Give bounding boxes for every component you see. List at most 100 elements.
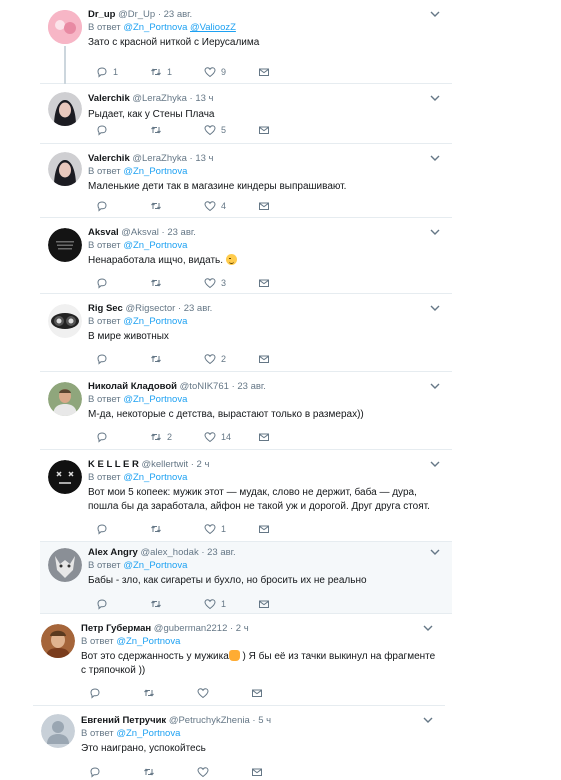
- retweet-button[interactable]: [150, 523, 167, 535]
- retweet-button[interactable]: [150, 598, 167, 610]
- avatar[interactable]: [48, 382, 82, 416]
- dm-button[interactable]: [258, 124, 270, 136]
- user-handle[interactable]: @PetruchykZhenia: [169, 715, 250, 726]
- avatar[interactable]: [48, 304, 82, 338]
- avatar[interactable]: [48, 460, 82, 494]
- avatar[interactable]: [48, 548, 82, 582]
- retweet-button[interactable]: 1: [150, 66, 172, 78]
- display-name[interactable]: Aksval: [88, 227, 119, 238]
- dm-button[interactable]: [258, 431, 270, 443]
- timestamp[interactable]: · 5 ч: [252, 715, 271, 726]
- chevron-down-icon[interactable]: [430, 382, 440, 390]
- like-button[interactable]: 1: [204, 598, 226, 610]
- display-name[interactable]: Николай Кладовой: [88, 381, 177, 392]
- reply-mention[interactable]: @Zn_Portnova: [116, 728, 180, 739]
- user-handle[interactable]: @alex_hodak: [140, 547, 198, 558]
- timestamp[interactable]: · 23 авг.: [232, 381, 266, 392]
- reply-button[interactable]: [96, 598, 113, 610]
- avatar[interactable]: [48, 152, 82, 186]
- retweet-button[interactable]: [150, 277, 167, 289]
- reply-button[interactable]: [89, 687, 106, 699]
- reply-mention[interactable]: @Zn_Portnova: [123, 472, 187, 483]
- chevron-down-icon[interactable]: [430, 228, 440, 236]
- avatar[interactable]: [48, 228, 82, 262]
- chevron-down-icon[interactable]: [430, 460, 440, 468]
- dm-button[interactable]: [258, 66, 270, 78]
- display-name[interactable]: Alex Angry: [88, 547, 138, 558]
- tweet[interactable]: Rig Sec @Rigsector · 23 авг. В ответ @Zn…: [40, 294, 452, 372]
- display-name[interactable]: Valerchik: [88, 153, 130, 164]
- chevron-down-icon[interactable]: [423, 624, 433, 632]
- display-name[interactable]: Петр Губерман: [81, 623, 151, 634]
- timestamp[interactable]: · 23 авг.: [201, 547, 235, 558]
- reply-button[interactable]: [96, 523, 113, 535]
- dm-button[interactable]: [251, 766, 263, 778]
- user-handle[interactable]: @LeraZhyka: [132, 93, 187, 104]
- tweet[interactable]: Евгений Петручик @PetruchykZhenia · 5 ч …: [33, 706, 445, 780]
- retweet-button[interactable]: [143, 766, 160, 778]
- tweet[interactable]: Valerchik @LeraZhyka · 13 ч В ответ @Zn_…: [40, 144, 452, 218]
- dm-button[interactable]: [258, 353, 270, 365]
- timestamp[interactable]: · 13 ч: [190, 153, 214, 164]
- user-handle[interactable]: @kellertwit: [142, 459, 189, 470]
- timestamp[interactable]: · 23 авг.: [158, 9, 192, 20]
- avatar[interactable]: [41, 714, 75, 748]
- avatar[interactable]: [48, 10, 82, 44]
- retweet-button[interactable]: [150, 124, 167, 136]
- user-handle[interactable]: @LeraZhyka: [132, 153, 187, 164]
- reply-mention[interactable]: @Zn_Portnova: [123, 560, 187, 571]
- user-handle[interactable]: @Aksval: [121, 227, 159, 238]
- like-button[interactable]: [197, 687, 214, 699]
- reply-mention[interactable]: @Zn_Portnova: [116, 636, 180, 647]
- retweet-button[interactable]: 2: [150, 431, 172, 443]
- chevron-down-icon[interactable]: [430, 304, 440, 312]
- avatar[interactable]: [48, 92, 82, 126]
- display-name[interactable]: Dr_up: [88, 9, 115, 20]
- reply-button[interactable]: [96, 431, 113, 443]
- chevron-down-icon[interactable]: [430, 10, 440, 18]
- like-button[interactable]: 4: [204, 200, 226, 212]
- reply-button[interactable]: [89, 766, 106, 778]
- reply-mention[interactable]: @Zn_Portnova: [123, 316, 187, 327]
- timestamp[interactable]: · 23 авг.: [162, 227, 196, 238]
- avatar[interactable]: [41, 624, 75, 658]
- chevron-down-icon[interactable]: [430, 154, 440, 162]
- tweet[interactable]: K E L L E R @kellertwit · 2 ч В ответ @Z…: [40, 450, 452, 542]
- like-button[interactable]: 14: [204, 431, 231, 443]
- chevron-down-icon[interactable]: [423, 716, 433, 724]
- reply-mention-2[interactable]: @ValioozZ: [190, 22, 236, 33]
- chevron-down-icon[interactable]: [430, 548, 440, 556]
- dm-button[interactable]: [258, 200, 270, 212]
- dm-button[interactable]: [258, 523, 270, 535]
- display-name[interactable]: Rig Sec: [88, 303, 123, 314]
- tweet[interactable]: Николай Кладовой @toNIK761 · 23 авг. В о…: [40, 372, 452, 450]
- reply-mention[interactable]: @Zn_Portnova: [123, 394, 187, 405]
- display-name[interactable]: K E L L E R: [88, 459, 139, 470]
- dm-button[interactable]: [251, 687, 263, 699]
- tweet[interactable]: Aksval @Aksval · 23 авг. В ответ @Zn_Por…: [40, 218, 452, 294]
- like-button[interactable]: 9: [204, 66, 226, 78]
- like-button[interactable]: 2: [204, 353, 226, 365]
- timestamp[interactable]: · 2 ч: [191, 459, 210, 470]
- dm-button[interactable]: [258, 277, 270, 289]
- reply-button[interactable]: [96, 200, 113, 212]
- user-handle[interactable]: @guberman2212: [154, 623, 228, 634]
- reply-mention[interactable]: @Zn_Portnova: [123, 240, 187, 251]
- user-handle[interactable]: @toNIK761: [180, 381, 229, 392]
- tweet[interactable]: Valerchik @LeraZhyka · 13 ч Рыдает, как …: [40, 84, 452, 144]
- tweet[interactable]: Dr_up @Dr_Up · 23 авг. В ответ @Zn_Portn…: [40, 0, 452, 86]
- retweet-button[interactable]: [150, 353, 167, 365]
- timestamp[interactable]: · 2 ч: [230, 623, 249, 634]
- reply-button[interactable]: [96, 353, 113, 365]
- like-button[interactable]: 5: [204, 124, 226, 136]
- chevron-down-icon[interactable]: [430, 94, 440, 102]
- like-button[interactable]: 3: [204, 277, 226, 289]
- tweet[interactable]: Alex Angry @alex_hodak · 23 авг. В ответ…: [40, 542, 452, 614]
- like-button[interactable]: 1: [204, 523, 226, 535]
- retweet-button[interactable]: [143, 687, 160, 699]
- like-button[interactable]: [197, 766, 214, 778]
- display-name[interactable]: Valerchik: [88, 93, 130, 104]
- tweet[interactable]: Петр Губерман @guberman2212 · 2 ч В отве…: [33, 614, 445, 706]
- reply-mention[interactable]: @Zn_Portnova: [123, 22, 187, 33]
- reply-button[interactable]: [96, 277, 113, 289]
